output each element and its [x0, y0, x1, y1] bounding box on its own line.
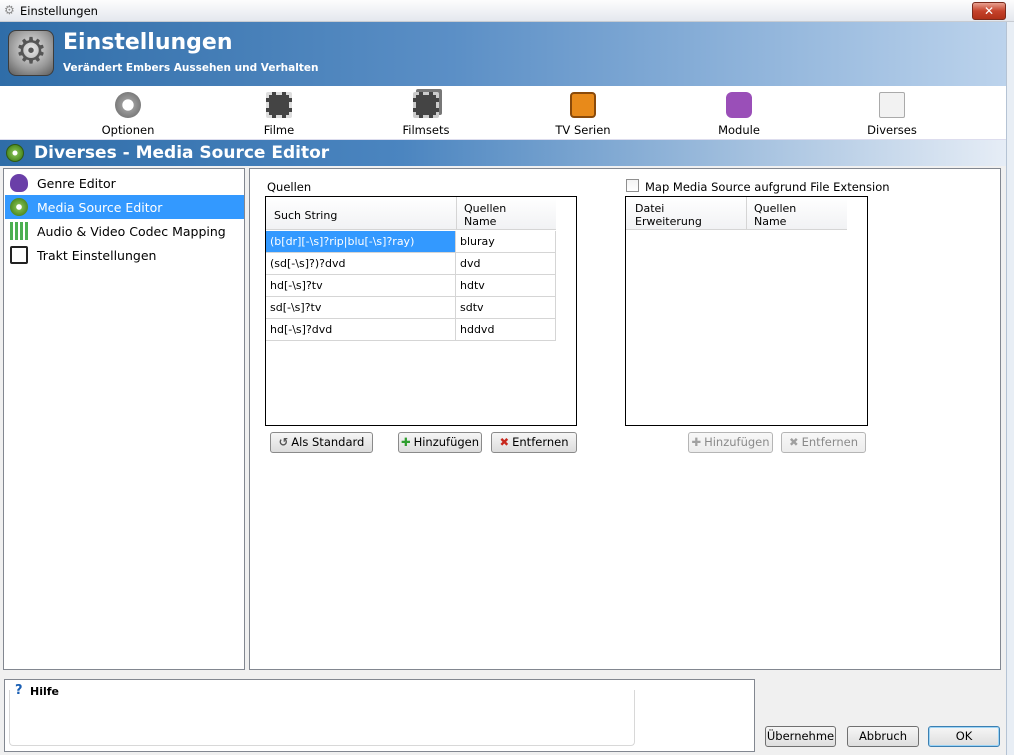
sidebar-item-trakt[interactable]: Trakt Einstellungen [5, 243, 244, 267]
source-name-cell[interactable]: hdtv [456, 275, 556, 297]
delete-icon: ✖ [788, 435, 799, 449]
gear-icon [115, 92, 141, 118]
source-name-cell[interactable]: hddvd [456, 319, 556, 341]
sidebar-item-genre-editor[interactable]: Genre Editor [5, 171, 244, 195]
window-edge [1006, 22, 1014, 755]
toolbar-label: Filme [263, 123, 295, 137]
map-extension-label: Map Media Source aufgrund File Extension [645, 180, 890, 194]
source-name-cell[interactable]: dvd [456, 253, 556, 275]
ok-button[interactable]: OK [928, 726, 1000, 747]
heart-icon [10, 174, 28, 192]
sidebar-item-label: Trakt Einstellungen [37, 248, 157, 263]
toolbar-filme[interactable]: Filme [224, 90, 334, 138]
source-search-cell[interactable]: (b[dr][-\s]?rip|blu[-\s]?ray) [266, 231, 456, 253]
cancel-button[interactable]: Abbruch [847, 726, 919, 747]
sources-group-label: Quellen [267, 180, 312, 194]
film-icon [266, 92, 292, 118]
settings-tree[interactable]: Genre Editor Media Source Editor Audio &… [3, 168, 245, 670]
col-header-ext-name-l1[interactable]: Quellen [754, 202, 796, 215]
col-header-name-l1[interactable]: Quellen [464, 202, 506, 215]
window-title: Einstellungen [20, 4, 98, 18]
trakt-tv-icon [10, 246, 28, 264]
sidebar-item-media-source-editor[interactable]: Media Source Editor [5, 195, 244, 219]
add-source-button[interactable]: ✚ Hinzufügen [398, 432, 482, 453]
document-icon [879, 92, 905, 118]
add-extension-button[interactable]: ✚ Hinzufügen [688, 432, 773, 453]
filmset-icon [413, 92, 439, 118]
gear-glyph: ⚙ [14, 31, 48, 72]
help-panel: ? Hilfe [4, 679, 755, 752]
sidebar-item-label: Media Source Editor [37, 200, 163, 215]
map-extension-checkbox[interactable] [626, 179, 639, 192]
default-button[interactable]: ↺ Als Standard [270, 432, 373, 453]
remove-extension-label: Entfernen [801, 435, 858, 449]
col-header-search[interactable]: Such String [274, 209, 337, 222]
toolbar-diverses[interactable]: Diverses [837, 90, 947, 138]
sidebar-item-label: Audio & Video Codec Mapping [37, 224, 226, 239]
sources-grid[interactable]: Such String Quellen Name (b[dr][-\s]?rip… [265, 196, 577, 426]
section-title: Diverses - Media Source Editor [34, 143, 330, 163]
toolbar-optionen[interactable]: Optionen [73, 90, 183, 138]
add-source-label: Hinzufügen [413, 435, 480, 449]
col-header-name-l2: Name [464, 215, 497, 228]
toolbar-filmsets[interactable]: Filmsets [371, 90, 481, 138]
sources-grid-header: Such String Quellen Name [266, 197, 556, 230]
plus-icon: ✚ [400, 435, 411, 449]
editor-panel: Quellen Such String Quellen Name (b[dr][… [249, 168, 1001, 670]
source-name-cell[interactable]: sdtv [456, 297, 556, 319]
window-gear-icon: ⚙ [4, 3, 15, 17]
toolbar-label: Filmsets [402, 123, 450, 137]
col-header-ext-l2: Erweiterung [635, 215, 702, 228]
toolbar-label: Diverses [867, 123, 917, 137]
title-bar: ⚙ Einstellungen ✕ [0, 0, 1014, 22]
media-source-icon [10, 198, 28, 216]
extension-grid-header: Datei Erweiterung Quellen Name [626, 197, 847, 230]
sidebar-item-label: Genre Editor [37, 176, 116, 191]
plus-icon: ✚ [691, 435, 702, 449]
sidebar-item-codec-mapping[interactable]: Audio & Video Codec Mapping [5, 219, 244, 243]
section-header: Diverses - Media Source Editor [0, 140, 1006, 166]
help-text-area [9, 690, 635, 746]
equalizer-icon [10, 222, 28, 240]
header-banner: ⚙ Einstellungen Verändert Embers Aussehe… [0, 22, 1006, 86]
col-divider [456, 197, 457, 230]
source-search-cell[interactable]: hd[-\s]?dvd [266, 319, 456, 341]
remove-source-button[interactable]: ✖ Entfernen [491, 432, 577, 453]
header-title: Einstellungen [63, 30, 233, 55]
apply-button[interactable]: Übernehme [765, 726, 836, 747]
col-header-ext-l1[interactable]: Datei [635, 202, 664, 215]
source-search-cell[interactable]: hd[-\s]?tv [266, 275, 456, 297]
remove-source-label: Entfernen [512, 435, 569, 449]
toolbar-module[interactable]: Module [684, 90, 794, 138]
toolbar-tv-serien[interactable]: TV Serien [528, 90, 638, 138]
reset-icon: ↺ [278, 435, 289, 449]
toolbar-label: Optionen [101, 123, 155, 137]
add-extension-label: Hinzufügen [704, 435, 770, 449]
source-name-cell[interactable]: bluray [456, 231, 556, 253]
source-search-cell[interactable]: sd[-\s]?tv [266, 297, 456, 319]
col-header-ext-name-l2: Name [754, 215, 787, 228]
default-button-label: Als Standard [291, 435, 365, 449]
media-source-icon [6, 144, 24, 162]
tv-icon [570, 92, 596, 118]
source-search-cell[interactable]: (sd[-\s]?)?dvd [266, 253, 456, 275]
category-toolbar: Optionen Filme Filmsets TV Serien Module… [0, 86, 1006, 140]
header-subtitle: Verändert Embers Aussehen und Verhalten [63, 62, 319, 74]
extension-grid[interactable]: Datei Erweiterung Quellen Name [625, 196, 868, 426]
toolbar-label: Module [718, 123, 760, 137]
close-button[interactable]: ✕ [972, 2, 1006, 20]
col-divider [746, 197, 747, 230]
delete-icon: ✖ [499, 435, 510, 449]
puzzle-icon [726, 92, 752, 118]
remove-extension-button[interactable]: ✖ Entfernen [781, 432, 866, 453]
toolbar-label: TV Serien [555, 123, 611, 137]
